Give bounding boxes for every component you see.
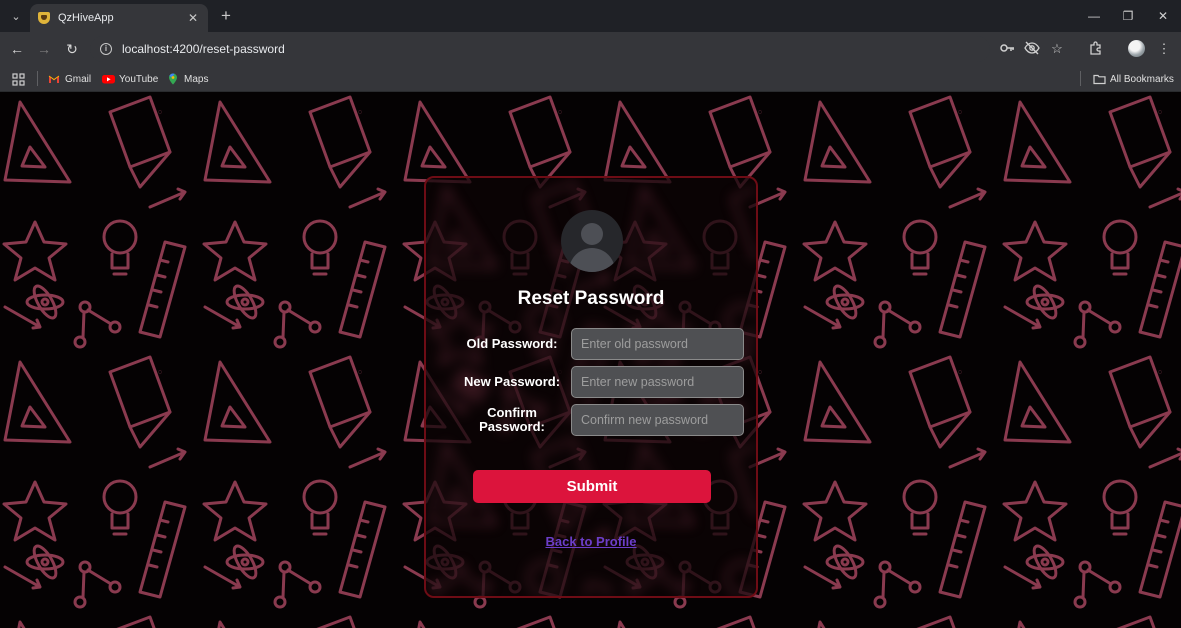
forward-arrow-icon[interactable]: → <box>34 39 54 59</box>
browser-toolbar: ← → ↻ i localhost:4200/reset-password ☆ … <box>0 32 1181 66</box>
youtube-icon <box>102 73 115 85</box>
bookmarks-divider <box>37 71 38 86</box>
back-arrow-icon[interactable]: ← <box>7 39 27 59</box>
bookmarks-bar: Gmail YouTube Maps All Bookmarks <box>0 66 1181 92</box>
eye-slash-icon[interactable] <box>1023 40 1041 58</box>
apps-grid-icon[interactable] <box>12 70 25 88</box>
submit-button[interactable]: Submit <box>473 470 711 503</box>
confirm-password-input[interactable] <box>571 404 744 436</box>
user-silhouette-body <box>569 248 615 272</box>
bookmark-gmail-label: Gmail <box>65 73 92 85</box>
close-window-icon[interactable]: ✕ <box>1153 6 1173 26</box>
form-title: Reset Password <box>517 288 665 309</box>
back-to-profile-link[interactable]: Back to Profile <box>426 534 756 549</box>
bookmark-maps[interactable]: Maps <box>167 70 208 88</box>
profile-avatar-icon[interactable] <box>1128 40 1145 57</box>
bookmark-gmail[interactable]: Gmail <box>48 70 91 88</box>
confirm-password-label-line2: Password: <box>479 419 545 434</box>
kebab-menu-icon[interactable]: ⋮ <box>1155 40 1173 58</box>
page-viewport: Reset Password Old Password: New Passwor… <box>0 92 1181 628</box>
bookmark-maps-label: Maps <box>184 73 209 85</box>
minimize-icon[interactable]: — <box>1084 6 1104 26</box>
reload-icon[interactable]: ↻ <box>62 39 82 59</box>
all-bookmarks-label: All Bookmarks <box>1110 73 1174 85</box>
tab-search-chevron-icon[interactable]: ⌄ <box>6 6 26 26</box>
extensions-puzzle-icon[interactable] <box>1087 40 1105 58</box>
folder-icon <box>1093 73 1106 85</box>
password-key-icon[interactable] <box>998 40 1016 58</box>
reset-password-card: Reset Password Old Password: New Passwor… <box>424 176 758 598</box>
bookmarks-divider-right <box>1080 71 1081 86</box>
old-password-label: Old Password: <box>466 336 558 351</box>
maps-icon <box>167 73 179 85</box>
bookmark-star-icon[interactable]: ☆ <box>1048 40 1066 58</box>
gmail-icon <box>48 73 60 85</box>
confirm-password-label: Confirm Password: <box>453 406 571 434</box>
old-password-input[interactable] <box>571 328 744 360</box>
profile-picture-placeholder <box>561 210 623 272</box>
new-password-input[interactable] <box>571 366 744 398</box>
all-bookmarks-button[interactable]: All Bookmarks <box>1093 70 1174 88</box>
tab-title: QzHiveApp <box>58 12 114 24</box>
site-info-icon[interactable]: i <box>100 43 112 55</box>
address-bar[interactable]: i localhost:4200/reset-password <box>90 36 990 62</box>
tab-close-icon[interactable]: ✕ <box>186 11 200 25</box>
url-text[interactable]: localhost:4200/reset-password <box>122 42 285 56</box>
app-shield-icon <box>38 12 50 24</box>
bookmark-youtube-label: YouTube <box>119 73 159 85</box>
restore-icon[interactable]: ❐ <box>1118 6 1138 26</box>
confirm-password-label-line1: Confirm <box>487 405 537 420</box>
new-tab-button[interactable]: + <box>216 6 236 26</box>
new-password-label: New Password: <box>463 374 561 389</box>
bookmark-youtube[interactable]: YouTube <box>102 70 158 88</box>
user-silhouette-icon <box>581 223 603 245</box>
browser-tab-strip: ⌄ QzHiveApp ✕ + — ❐ ✕ <box>0 0 1181 32</box>
browser-tab-active[interactable]: QzHiveApp ✕ <box>30 4 208 32</box>
